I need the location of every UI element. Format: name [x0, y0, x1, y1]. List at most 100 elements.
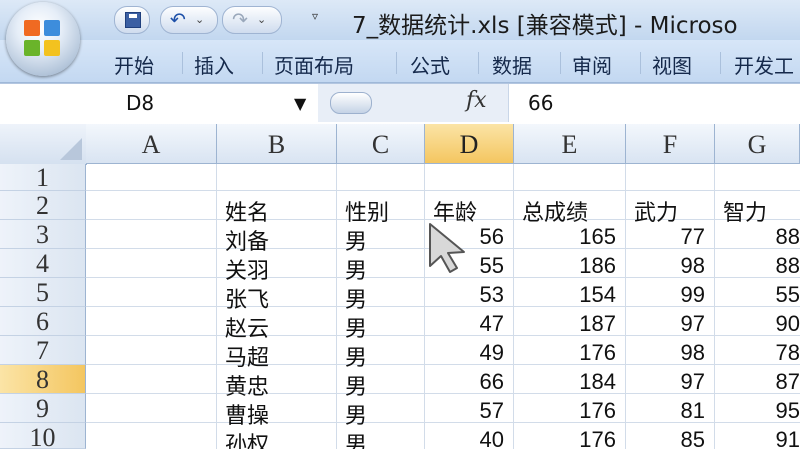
cell-c3[interactable]: 男	[337, 224, 425, 253]
name-box-value: D8	[126, 91, 155, 115]
row-header-3[interactable]: 3	[0, 220, 86, 249]
cell-d6[interactable]: 47	[425, 311, 514, 340]
cell-g7[interactable]: 78	[715, 340, 800, 369]
cell-b7[interactable]: 马超	[217, 340, 337, 369]
office-button[interactable]	[6, 2, 80, 76]
row-header-4[interactable]: 4	[0, 249, 86, 278]
window-title: 7_数据统计.xls [兼容模式] - Microso	[352, 13, 738, 39]
formula-bar: D8 ▼ fx 66	[0, 83, 800, 125]
cell-f10[interactable]: 85	[626, 427, 715, 449]
cell-g10[interactable]: 91	[715, 427, 800, 449]
cell-f4[interactable]: 98	[626, 253, 715, 282]
dropdown-arrow-icon[interactable]: ▼	[294, 94, 306, 113]
chevron-down-icon[interactable]: ⌄	[257, 9, 266, 31]
cell-b3[interactable]: 刘备	[217, 224, 337, 253]
cell-c10[interactable]: 男	[337, 427, 425, 449]
tab-insert[interactable]: 插入	[194, 50, 234, 79]
tab-view[interactable]: 视图	[652, 50, 692, 79]
name-box[interactable]: D8 ▼	[0, 84, 319, 122]
tab-home[interactable]: 开始	[114, 50, 154, 79]
cell-c7[interactable]: 男	[337, 340, 425, 369]
row-header-9[interactable]: 9	[0, 394, 86, 423]
cell-d8-active[interactable]: 66	[425, 369, 514, 398]
cell-d9[interactable]: 57	[425, 398, 514, 427]
cell-b8[interactable]: 黄忠	[217, 369, 337, 398]
cell-g5[interactable]: 55	[715, 282, 800, 311]
cell-e6[interactable]: 187	[514, 311, 626, 340]
column-header-d[interactable]: D	[425, 124, 514, 164]
cell-f2[interactable]: 武力	[626, 195, 715, 224]
cell-c5[interactable]: 男	[337, 282, 425, 311]
cell-c8[interactable]: 男	[337, 369, 425, 398]
tab-page-layout[interactable]: 页面布局	[274, 50, 354, 79]
formula-bar-splitter: fx	[318, 84, 509, 122]
cell-e7[interactable]: 176	[514, 340, 626, 369]
cell-b4[interactable]: 关羽	[217, 253, 337, 282]
cell-e4[interactable]: 186	[514, 253, 626, 282]
worksheet-grid: A B C D E F G 1 2 3 4 5 6 7 8 9 10 姓名 性别…	[0, 124, 800, 449]
undo-button[interactable]: ↶ ⌄	[160, 6, 218, 34]
cell-d2[interactable]: 年龄	[425, 195, 514, 224]
customize-toolbar-button[interactable]: ▿	[312, 9, 318, 23]
row-header-8[interactable]: 8	[0, 365, 86, 394]
cell-e8[interactable]: 184	[514, 369, 626, 398]
row-header-10[interactable]: 10	[0, 423, 86, 449]
cell-g9[interactable]: 95	[715, 398, 800, 427]
redo-button[interactable]: ↷ ⌄	[222, 6, 282, 34]
cell-g8[interactable]: 87	[715, 369, 800, 398]
cell-b5[interactable]: 张飞	[217, 282, 337, 311]
cell-b9[interactable]: 曹操	[217, 398, 337, 427]
tab-review[interactable]: 审阅	[572, 50, 612, 79]
row-header-7[interactable]: 7	[0, 336, 86, 365]
cell-g4[interactable]: 88	[715, 253, 800, 282]
cell-f3[interactable]: 77	[626, 224, 715, 253]
row-header-6[interactable]: 6	[0, 307, 86, 336]
mouse-pointer-icon	[429, 223, 465, 273]
tab-developer[interactable]: 开发工	[734, 50, 794, 79]
cell-g6[interactable]: 90	[715, 311, 800, 340]
cell-d7[interactable]: 49	[425, 340, 514, 369]
cell-f9[interactable]: 81	[626, 398, 715, 427]
cell-c4[interactable]: 男	[337, 253, 425, 282]
formula-input[interactable]: 66	[508, 84, 800, 122]
cell-f5[interactable]: 99	[626, 282, 715, 311]
row-header-2[interactable]: 2	[0, 191, 86, 220]
column-header-b[interactable]: B	[217, 124, 337, 164]
cell-f8[interactable]: 97	[626, 369, 715, 398]
row-header-1[interactable]: 1	[0, 164, 86, 191]
cell-c9[interactable]: 男	[337, 398, 425, 427]
column-header-a[interactable]: A	[86, 124, 217, 164]
quick-access-toolbar: ↶ ⌄ ↷ ⌄	[108, 6, 308, 34]
column-header-e[interactable]: E	[514, 124, 626, 164]
cell-c2[interactable]: 性别	[337, 195, 425, 224]
cell-b2[interactable]: 姓名	[217, 195, 337, 224]
cell-g3[interactable]: 88	[715, 224, 800, 253]
column-header-f[interactable]: F	[626, 124, 715, 164]
tab-formulas[interactable]: 公式	[410, 50, 450, 79]
undo-icon: ↶	[170, 9, 186, 31]
save-button[interactable]	[114, 6, 150, 34]
cell-f6[interactable]: 97	[626, 311, 715, 340]
tab-data[interactable]: 数据	[492, 50, 532, 79]
save-disk-icon	[125, 12, 141, 28]
column-header-c[interactable]: C	[337, 124, 425, 164]
insert-function-icon[interactable]: fx	[466, 88, 487, 113]
cell-e2[interactable]: 总成绩	[514, 195, 626, 224]
cell-g2[interactable]: 智力	[715, 195, 800, 224]
cell-b10[interactable]: 孙权	[217, 427, 337, 449]
cell-b6[interactable]: 赵云	[217, 311, 337, 340]
resize-handle[interactable]	[330, 92, 372, 114]
select-all-button[interactable]	[0, 124, 87, 165]
cell-e5[interactable]: 154	[514, 282, 626, 311]
column-header-g[interactable]: G	[715, 124, 800, 164]
cell-e3[interactable]: 165	[514, 224, 626, 253]
cell-d10[interactable]: 40	[425, 427, 514, 449]
cell-f7[interactable]: 98	[626, 340, 715, 369]
cell-c6[interactable]: 男	[337, 311, 425, 340]
row-header-5[interactable]: 5	[0, 278, 86, 307]
chevron-down-icon[interactable]: ⌄	[195, 9, 204, 31]
cell-e10[interactable]: 176	[514, 427, 626, 449]
ribbon-tab-bar: 开始 插入 页面布局 公式 数据 审阅 视图 开发工	[0, 40, 800, 83]
cell-d5[interactable]: 53	[425, 282, 514, 311]
cell-e9[interactable]: 176	[514, 398, 626, 427]
